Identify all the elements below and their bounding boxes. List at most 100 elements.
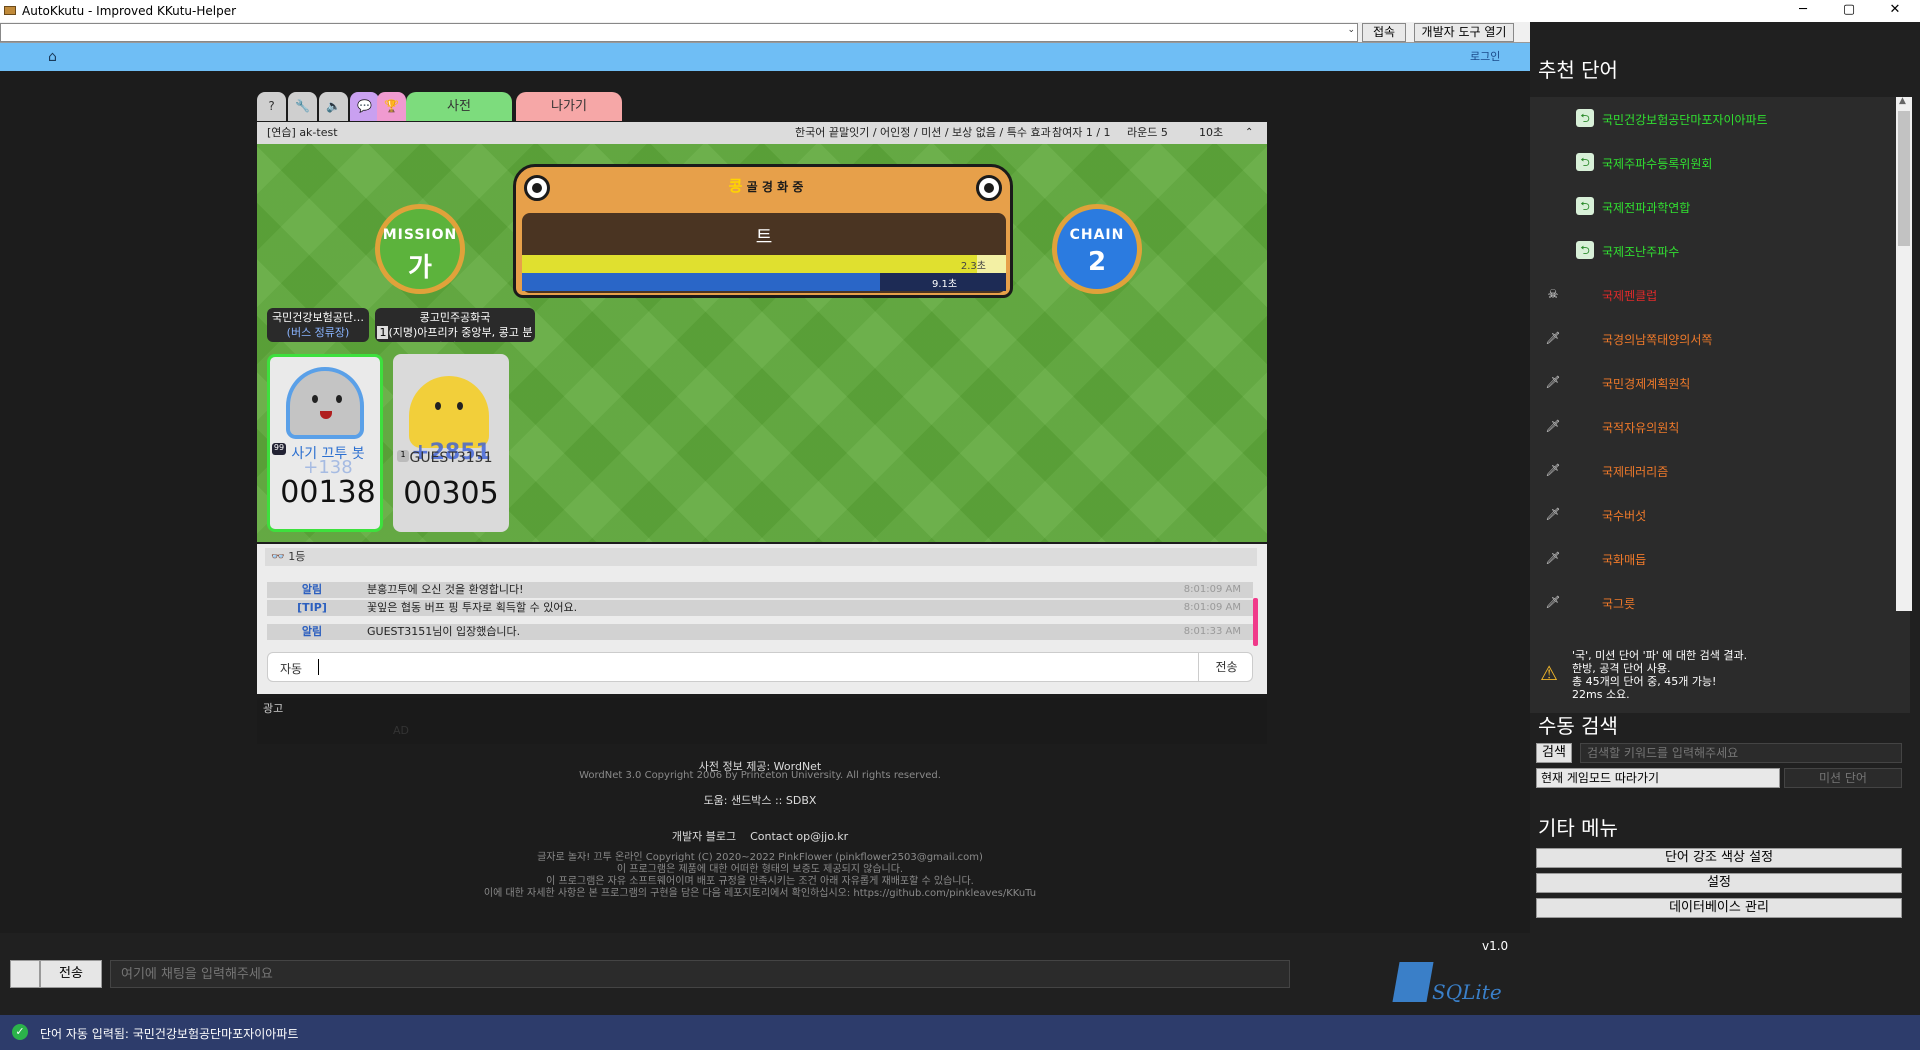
green-arrow-icon: ⮌ [1576, 197, 1594, 215]
settings-button[interactable]: 설정 [1536, 873, 1902, 893]
contact-link[interactable]: Contact op@jjo.kr [750, 830, 848, 843]
chat-mode-button[interactable] [10, 960, 40, 988]
chat-icon[interactable]: 💬 [350, 92, 379, 121]
round-timer-label: 2.3초 [960, 261, 986, 272]
scroll-thumb[interactable] [1898, 111, 1910, 246]
chain-title: CHAIN [1069, 227, 1125, 243]
recommend-word-item[interactable]: 🗡 국민경제계획원칙 [1530, 361, 1910, 405]
status-bar: ✓ 단어 자동 입력됨: 국민건강보험공단마포자이아파트 [0, 1015, 1920, 1050]
trophy-icon[interactable]: 🏆 [377, 92, 406, 121]
blog-link[interactable]: 개발자 블로그 [672, 830, 736, 843]
send-button[interactable]: 전송 [40, 960, 102, 988]
room-round: 라운드 5 [1127, 126, 1168, 139]
player-card-guest[interactable]: 1 +2851 GUEST3151 00305 [393, 354, 509, 532]
chat-time: 8:01:33 AM [1183, 626, 1241, 637]
app-icon [4, 6, 16, 15]
minimize-button[interactable]: ─ [1780, 0, 1826, 22]
room-rules: 한국어 끝말잇기 / 어인정 / 미션 / 보상 없음 / 특수 효과 [795, 126, 1051, 139]
game-send-button[interactable]: 전송 [1198, 653, 1254, 681]
search-button[interactable]: 검색 [1536, 743, 1572, 763]
mission-badge: MISSION 가 [375, 204, 465, 294]
word-color-button[interactable]: 단어 강조 색상 설정 [1536, 848, 1902, 868]
wordnet-copyright: WordNet 3.0 Copyright 2006 by Princeton … [579, 770, 941, 781]
speaker-icon[interactable]: 🔈 [319, 92, 348, 121]
room-players: 참여자 1 / 1 [1052, 126, 1111, 139]
recommend-word-text: 국그릇 [1602, 597, 1636, 611]
help-link[interactable]: 도움: 샌드박스 :: SDBX [460, 792, 1060, 808]
subject-syllable: 골 [746, 180, 758, 194]
recommend-word-item[interactable]: 🗡 국화매듭 [1530, 537, 1910, 581]
chat-row: 알림 GUEST3151님이 입장했습니다. 8:01:33 AM [267, 624, 1253, 640]
game-chat-input[interactable]: 자동 전송 [267, 652, 1253, 682]
chat-scrollbar[interactable] [1253, 598, 1258, 646]
turn-timer-fill [522, 273, 881, 291]
chat-sender: [TIP] [297, 601, 327, 614]
ad-area: 광고 AD [257, 698, 1267, 744]
turn-timer-bar: 9.1초 [522, 273, 1006, 291]
address-bar-row: ⌄ 접속 개발자 도구 열기 [0, 22, 1530, 43]
subject-syllable: 화 [777, 180, 789, 194]
wrench-icon[interactable]: 🔧 [288, 92, 317, 121]
history-item: 콩고민주공화국 1(지명)아프리카 중앙부, 콩고 분지 대부… [375, 308, 535, 342]
recommend-word-item[interactable]: 🗡 국경의남쪽태양의서쪽 [1530, 317, 1910, 361]
recommend-word-item[interactable]: ⮌ 국제전파과학연합 [1530, 185, 1910, 229]
history-desc: (지명)아프리카 중앙부, 콩고 분지 대부… [388, 326, 533, 342]
ad-label: 광고 [263, 702, 284, 715]
recommend-word-item[interactable]: ⮌ 국제주파수등록위원회 [1530, 141, 1910, 185]
maximize-button[interactable]: ▢ [1826, 0, 1872, 22]
gamemode-select[interactable]: 현재 게임모드 따라가기 [1536, 768, 1780, 788]
sword-icon: 🗡 [1545, 419, 1561, 433]
tab-dictionary[interactable]: 사전 [406, 92, 512, 121]
recommend-word-item[interactable]: 🗡 국수버섯 [1530, 493, 1910, 537]
history-word: 국민건강보험공단… [272, 311, 364, 324]
player-card-bot[interactable]: 99 사기 끄투 봇 +138 00138 [267, 354, 383, 532]
search-input[interactable] [1580, 743, 1902, 763]
help-icon[interactable]: ? [257, 92, 286, 121]
recommend-word-item[interactable]: 🗡 국제테러리즘 [1530, 449, 1910, 493]
word-display: 콩 골 경 화 중 트 2.3초 9.1초 [513, 164, 1013, 298]
recommend-word-item[interactable]: ☠ 국제펜클럽 [1530, 273, 1910, 317]
etc-menu-title: 기타 메뉴 [1538, 816, 1618, 840]
dev-links: 개발자 블로그 Contact op@jjo.kr [460, 828, 1060, 844]
window-title: AutoKkutu - Improved KKutu-Helper [22, 4, 237, 18]
recommend-word-item[interactable]: ⮌ 국제조난주파수 [1530, 229, 1910, 273]
database-button[interactable]: 데이터베이스 관리 [1536, 898, 1902, 918]
recommend-word-item[interactable]: 🗡 국적자유의원칙 [1530, 405, 1910, 449]
recommend-word-text: 국민건강보험공단마포자이아파트 [1602, 113, 1768, 127]
rank-bar: 👓 1등 [265, 548, 1257, 566]
chevron-down-icon[interactable]: ⌄ [1347, 25, 1355, 35]
recommend-word-text: 국제조난주파수 [1602, 245, 1680, 259]
mission-word-input[interactable] [1784, 768, 1902, 788]
close-button[interactable]: ✕ [1872, 0, 1918, 22]
chat-sender: 알림 [301, 583, 323, 596]
login-link[interactable]: 로그인 [1470, 48, 1500, 64]
recommend-word-text: 국민경제계획원칙 [1602, 377, 1691, 391]
recommend-word-item[interactable]: 🗡 국그릇 [1530, 581, 1910, 625]
recommend-word-item[interactable]: ⮌ 국민건강보험공단마포자이아파트 [1530, 97, 1910, 141]
subject-syllable: 경 [761, 180, 773, 194]
room-time: 10초 [1199, 126, 1224, 139]
recommend-word-text: 국제펜클럽 [1602, 289, 1658, 303]
chevron-up-icon[interactable]: ⌃ [1245, 122, 1253, 144]
mission-letter: 가 [408, 253, 432, 283]
guest-avatar [409, 376, 489, 448]
result-line: 한방, 공격 단어 사용. [1572, 662, 1671, 675]
mission-title: MISSION [382, 227, 458, 243]
round-timer-fill [522, 255, 977, 273]
green-arrow-icon: ⮌ [1576, 109, 1594, 127]
chat-input[interactable] [110, 960, 1290, 988]
chat-message: GUEST3151님이 입장했습니다. [367, 625, 521, 638]
search-result-box: ⚠ '국', 미션 단어 '파' 에 대한 검색 결과. 한방, 공격 단어 사… [1530, 633, 1910, 713]
connect-button[interactable]: 접속 [1362, 23, 1406, 42]
subject-syllable: 중 [792, 180, 804, 194]
devtools-button[interactable]: 개발자 도구 열기 [1414, 23, 1514, 42]
home-icon[interactable]: ⌂ [48, 49, 57, 65]
url-combobox[interactable]: ⌄ [0, 23, 1358, 42]
player-score: 00138 [280, 475, 376, 510]
scroll-up-icon[interactable]: ▲ [1899, 96, 1906, 106]
history-item: 국민건강보험공단… (버스 정류장) [267, 308, 369, 342]
sword-icon: 🗡 [1545, 595, 1561, 609]
tab-exit[interactable]: 나가기 [516, 92, 622, 121]
word-list-scrollbar[interactable]: ▲ [1896, 96, 1912, 611]
check-icon: ✓ [12, 1024, 28, 1040]
